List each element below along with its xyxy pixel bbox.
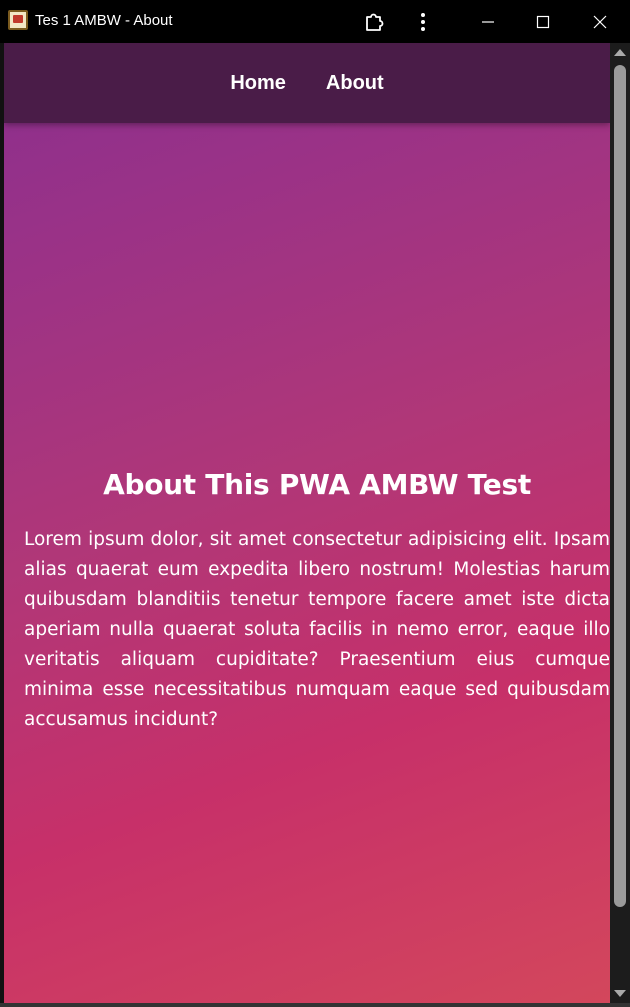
scroll-up-arrow-icon[interactable]: [614, 49, 626, 56]
close-button[interactable]: [582, 6, 618, 38]
close-icon: [593, 15, 607, 29]
title-bar: Tes 1 AMBW - About: [0, 0, 630, 43]
vertical-scrollbar[interactable]: [610, 43, 630, 1003]
scrollbar-thumb[interactable]: [614, 65, 626, 907]
app-icon: [8, 10, 28, 30]
browser-window: Tes 1 AMBW - About Home About About This…: [0, 0, 630, 1007]
page-title: About This PWA AMBW Test: [103, 468, 531, 501]
page-viewport: Home About About This PWA AMBW Test Lore…: [4, 43, 610, 1003]
maximize-icon: [536, 15, 550, 29]
nav-link-about[interactable]: About: [326, 72, 384, 95]
window-title: Tes 1 AMBW - About: [35, 12, 173, 29]
maximize-button[interactable]: [525, 6, 561, 38]
navbar: Home About: [4, 43, 610, 123]
window-bottom-border: [0, 1003, 630, 1007]
minimize-button[interactable]: [470, 6, 506, 38]
about-section: About This PWA AMBW Test Lorem ipsum dol…: [24, 468, 610, 735]
extensions-button[interactable]: [358, 6, 390, 38]
nav-link-home[interactable]: Home: [230, 72, 286, 95]
minimize-icon: [482, 21, 494, 23]
scroll-down-arrow-icon[interactable]: [614, 990, 626, 997]
puzzle-extension-icon: [366, 13, 384, 31]
kebab-menu-icon: [421, 13, 425, 31]
menu-button[interactable]: [408, 6, 438, 38]
about-paragraph: Lorem ipsum dolor, sit amet consectetur …: [24, 529, 610, 730]
